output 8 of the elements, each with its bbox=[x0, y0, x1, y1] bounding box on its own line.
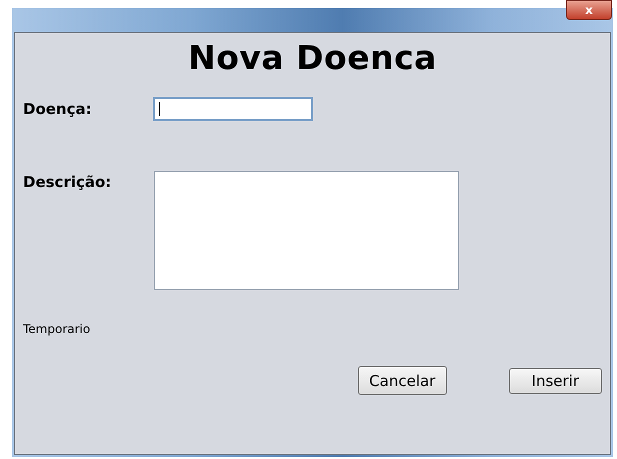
text-area[interactable] bbox=[154, 171, 459, 290]
dialog-button[interactable]: Inserir bbox=[508, 368, 602, 394]
note-text: Temporario bbox=[23, 322, 90, 336]
dialog-heading: Nova Doenca bbox=[187, 39, 438, 77]
input-field[interactable] bbox=[153, 97, 313, 121]
dialog-button[interactable]: Cancelar bbox=[358, 366, 447, 395]
field-label: Doença: bbox=[23, 100, 93, 118]
field-label: Descrição: bbox=[23, 173, 112, 191]
